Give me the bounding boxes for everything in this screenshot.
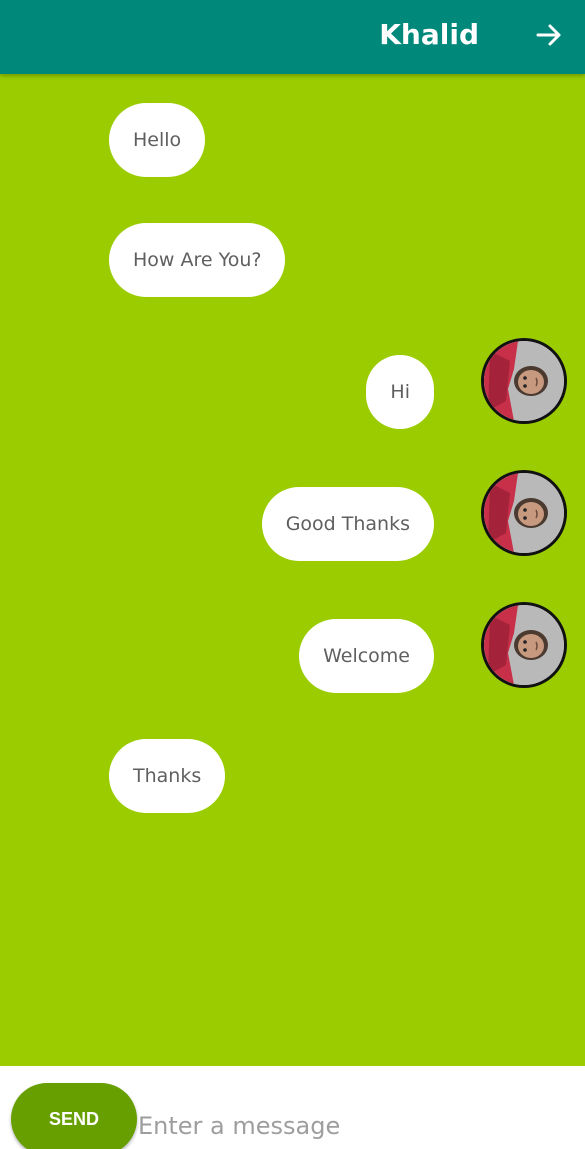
app-bar: Khalid [0, 0, 585, 74]
avatar[interactable] [481, 470, 567, 556]
message-bubble-sent[interactable]: Hi [366, 355, 434, 429]
message-bubble-received[interactable]: How Are You? [109, 223, 286, 297]
avatar[interactable] [481, 602, 567, 688]
message-bubble-received[interactable]: Hello [109, 103, 206, 177]
avatar[interactable] [481, 338, 567, 424]
message-input[interactable] [138, 1106, 568, 1146]
send-button[interactable]: SEND [11, 1083, 137, 1149]
message-bubble-sent[interactable]: Good Thanks [261, 487, 434, 561]
message-bubble-sent[interactable]: Welcome [299, 619, 434, 693]
arrow-forward-icon[interactable] [535, 21, 563, 49]
message-composer: SEND [0, 1066, 585, 1149]
message-list[interactable]: Hello How Are You? Hi Good Thanks Welcom… [0, 74, 585, 1066]
chat-title: Khalid [379, 18, 479, 51]
chat-screen: Khalid Hello How Are You? Hi Good Thanks [0, 0, 585, 1149]
message-bubble-received[interactable]: Thanks [109, 739, 226, 813]
